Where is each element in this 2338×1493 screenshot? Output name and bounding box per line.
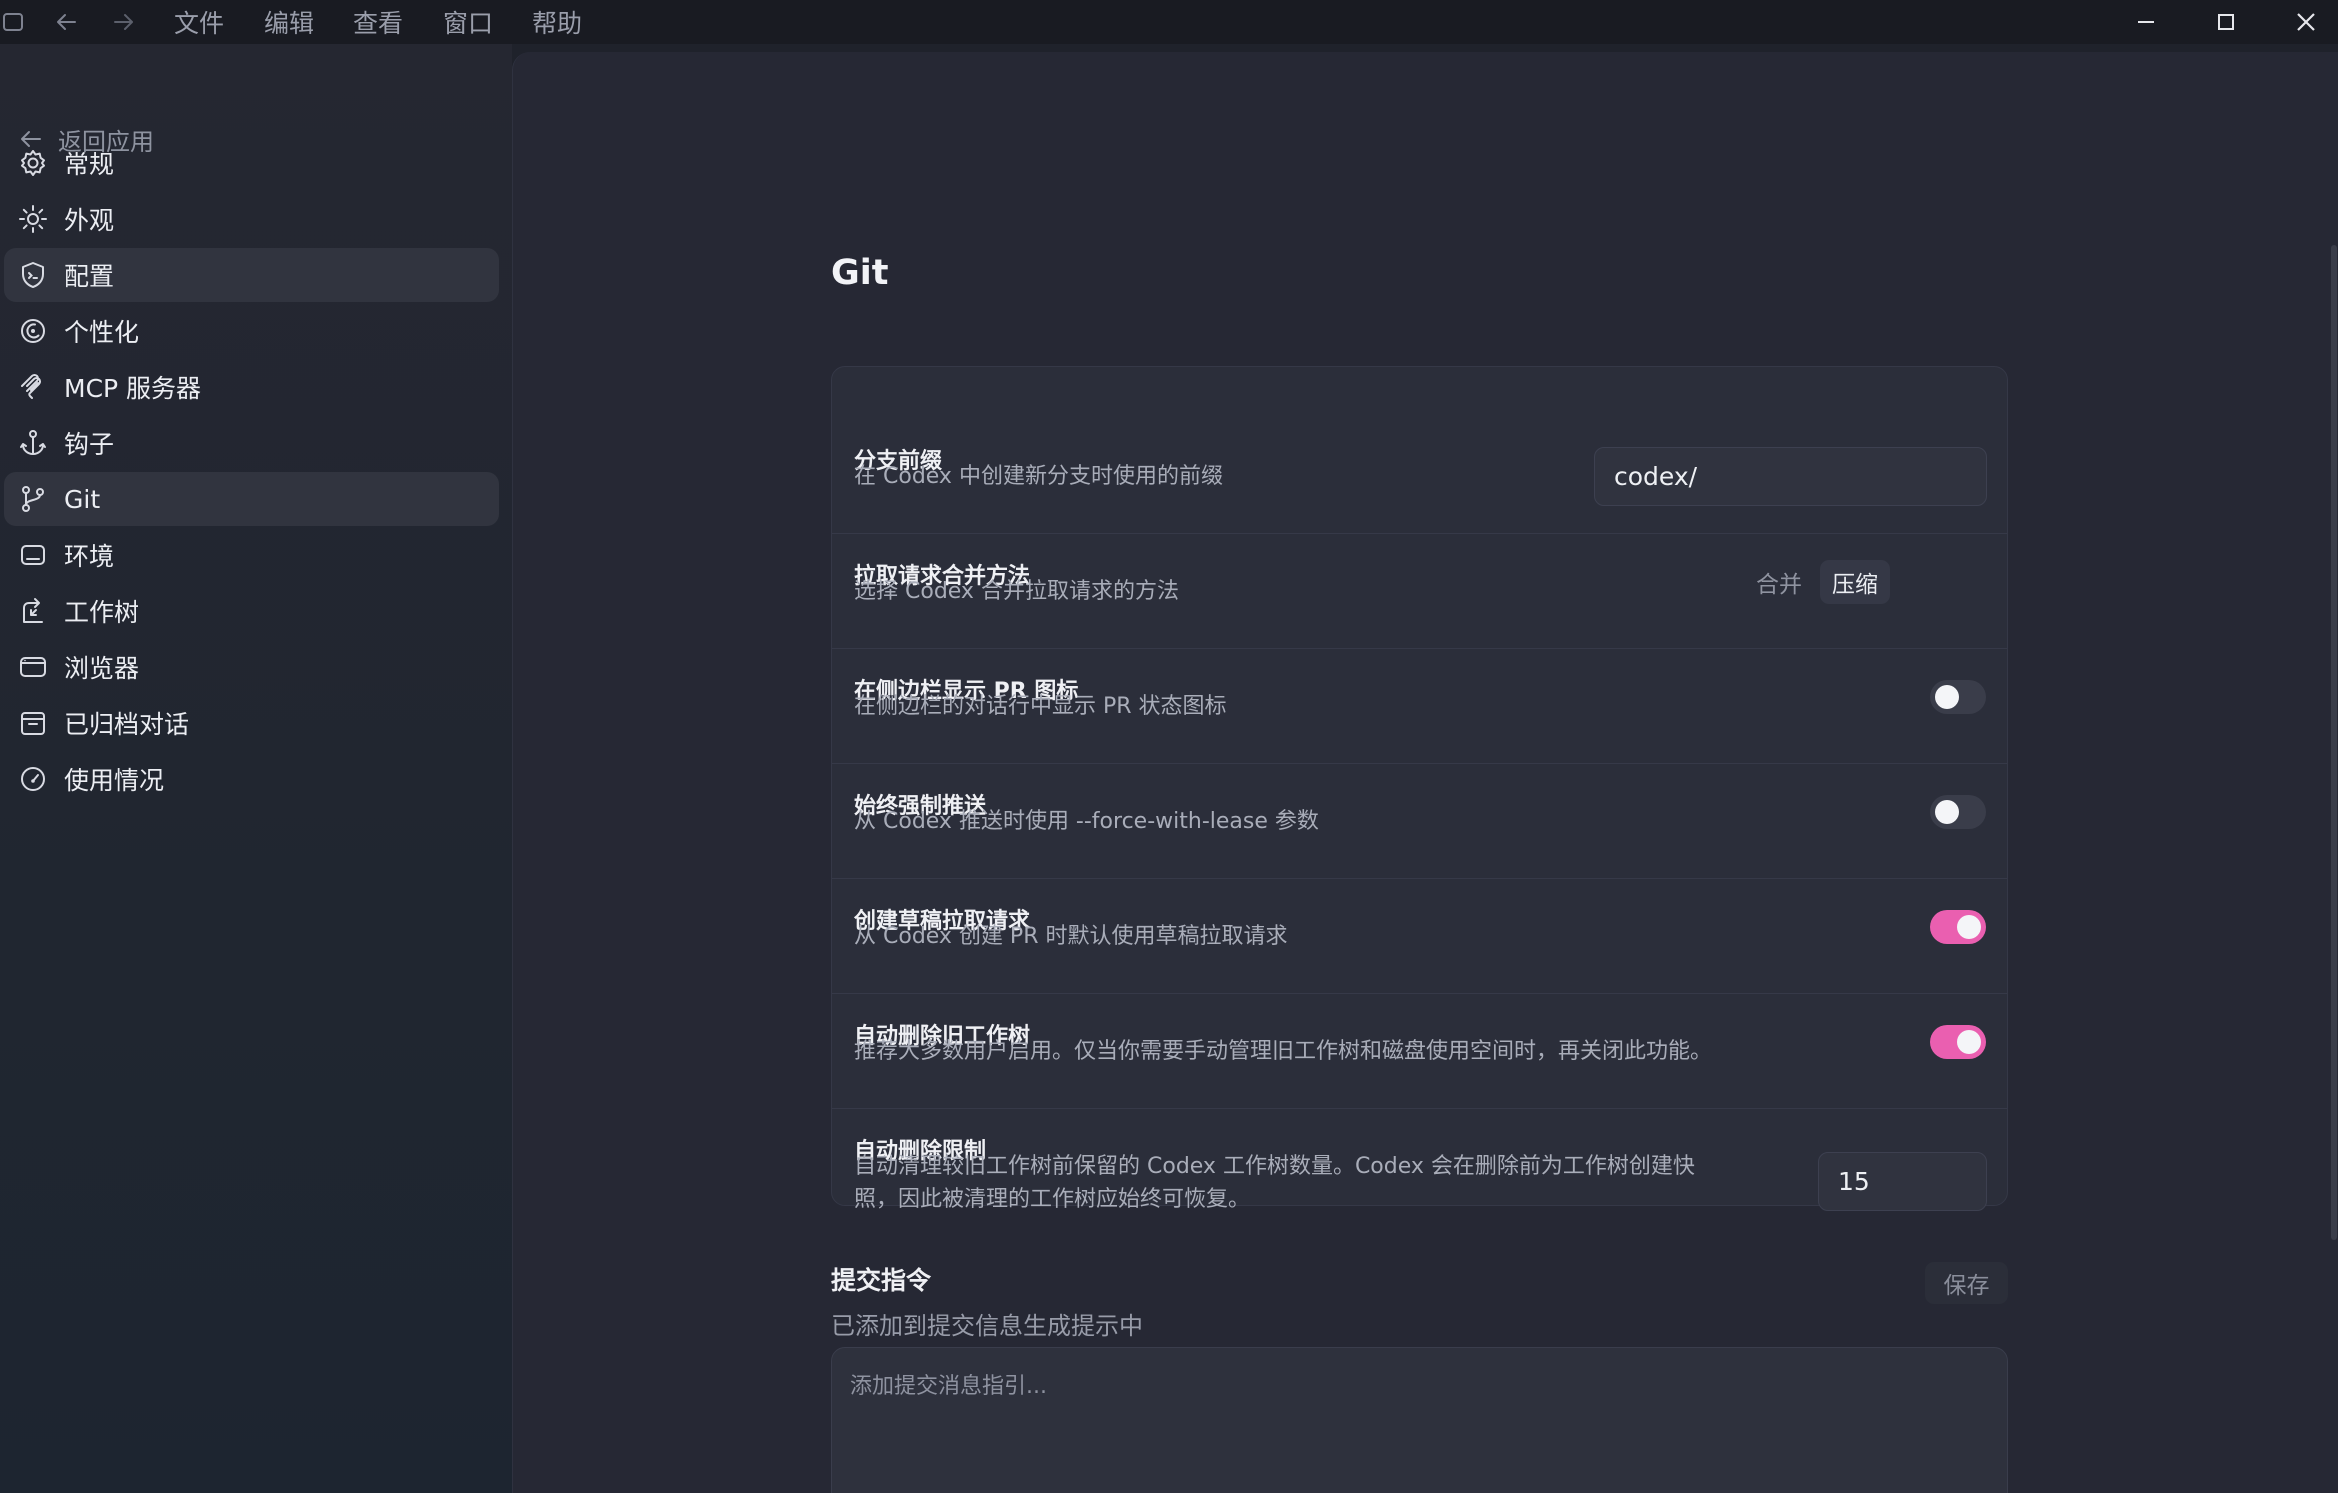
- sidebar-item-archived-chats[interactable]: 已归档对话: [4, 696, 499, 750]
- branch-prefix-input[interactable]: codex/: [1594, 447, 1987, 506]
- sidebar-item-mcp-servers[interactable]: MCP 服务器: [4, 360, 499, 414]
- force-push-desc: 从 Codex 推送时使用 --force-with-lease 参数: [854, 809, 1319, 834]
- sidebar-item-label: 外观: [64, 206, 115, 235]
- row-divider: [832, 993, 2007, 994]
- auto-delete-toggle[interactable]: [1930, 1025, 1986, 1059]
- merge-option[interactable]: 合并: [1744, 560, 1814, 604]
- sun-icon: [18, 204, 48, 234]
- menu-edit[interactable]: 编辑: [264, 0, 314, 44]
- auto-delete-limit-input[interactable]: 15: [1818, 1152, 1987, 1211]
- commit-instructions-desc: 已添加到提交信息生成提示中: [831, 1312, 1143, 1340]
- commit-instructions-textarea[interactable]: 添加提交消息指引...: [831, 1347, 2008, 1493]
- scrollbar[interactable]: [2331, 245, 2337, 1240]
- show-pr-icon-desc: 在侧边栏的对话行中显示 PR 状态图标: [854, 694, 1227, 719]
- auto-delete-desc: 推荐大多数用户启用。仅当你需要手动管理旧工作树和磁盘使用空间时，再关闭此功能。: [854, 1039, 1713, 1064]
- gauge-icon: [18, 764, 48, 794]
- minimize-button[interactable]: [2106, 0, 2186, 44]
- squash-option[interactable]: 压缩: [1820, 560, 1890, 604]
- auto-delete-limit-desc-line1: 自动清理较旧工作树前保留的 Codex 工作树数量。Codex 会在删除前为工作…: [854, 1154, 1695, 1179]
- git-settings-card: 分支前缀 在 Codex 中创建新分支时使用的前缀 codex/ 拉取请求合并方…: [831, 366, 2008, 1212]
- toggle-knob: [1935, 800, 1959, 824]
- maximize-button[interactable]: [2186, 0, 2266, 44]
- archive-icon: [18, 708, 48, 738]
- merge-method-desc: 选择 Codex 合并拉取请求的方法: [854, 579, 1179, 604]
- force-push-toggle[interactable]: [1930, 795, 1986, 829]
- auto-delete-limit-desc-line2: 照，因此被清理的工作树应始终可恢复。: [854, 1187, 1251, 1212]
- menu-help[interactable]: 帮助: [532, 0, 582, 44]
- settings-sidebar: 返回应用 常规 外观 配置 个性化 MCP 服务器 钩子 Git 环境 工作树 …: [0, 44, 512, 1493]
- gear-icon: [18, 148, 48, 178]
- sidebar-item-appearance[interactable]: 外观: [4, 192, 499, 246]
- row-divider: [832, 533, 2007, 534]
- forward-arrow-icon[interactable]: [110, 9, 136, 35]
- sidebar-item-label: 环境: [64, 542, 115, 571]
- sidebar-item-label: 已归档对话: [64, 710, 190, 739]
- sidebar-item-hooks[interactable]: 钩子: [4, 416, 499, 470]
- row-divider: [832, 648, 2007, 649]
- sidebar-item-config[interactable]: 配置: [4, 248, 499, 302]
- toggle-knob: [1957, 915, 1981, 939]
- row-divider: [832, 1108, 2007, 1109]
- show-pr-icon-toggle[interactable]: [1930, 680, 1986, 714]
- sidebar-item-label: Git: [64, 484, 101, 514]
- sidebar-toggle-icon[interactable]: [2, 9, 28, 35]
- sidebar-item-personalization[interactable]: 个性化: [4, 304, 499, 358]
- menu-view[interactable]: 查看: [353, 0, 403, 44]
- sidebar-item-label: 配置: [64, 262, 115, 291]
- branch-prefix-desc: 在 Codex 中创建新分支时使用的前缀: [854, 464, 1223, 489]
- worktree-icon: [18, 596, 48, 626]
- sidebar-item-worktrees[interactable]: 工作树: [4, 584, 499, 638]
- browser-icon: [18, 652, 48, 682]
- sidebar-item-label: 常规: [64, 150, 115, 179]
- row-divider: [832, 878, 2007, 879]
- row-divider: [832, 763, 2007, 764]
- sidebar-item-label: 工作树: [64, 598, 140, 627]
- sidebar-item-browser[interactable]: 浏览器: [4, 640, 499, 694]
- close-button[interactable]: [2266, 0, 2338, 44]
- shield-icon: [18, 260, 48, 290]
- sidebar-item-label: 个性化: [64, 318, 140, 347]
- toggle-knob: [1957, 1030, 1981, 1054]
- page-title: Git: [831, 253, 889, 293]
- commit-instructions-title: 提交指令: [831, 1266, 932, 1295]
- menu-window[interactable]: 窗口: [443, 0, 493, 44]
- toggle-knob: [1935, 685, 1959, 709]
- anchor-icon: [18, 428, 48, 458]
- menu-file[interactable]: 文件: [174, 0, 224, 44]
- back-arrow-icon[interactable]: [54, 9, 80, 35]
- sidebar-item-label: 钩子: [64, 430, 115, 459]
- sidebar-item-label: 使用情况: [64, 766, 165, 795]
- personalize-icon: [18, 316, 48, 346]
- git-branch-icon: [18, 484, 48, 514]
- sidebar-item-git[interactable]: Git: [4, 472, 499, 526]
- settings-panel: Git 分支前缀 在 Codex 中创建新分支时使用的前缀 codex/ 拉取请…: [512, 52, 2338, 1493]
- merge-method-segmented-control: 合并 压缩: [1744, 560, 1890, 604]
- draft-pr-toggle[interactable]: [1930, 910, 1986, 944]
- mcp-icon: [18, 372, 48, 402]
- sidebar-item-usage[interactable]: 使用情况: [4, 752, 499, 806]
- sidebar-item-label: MCP 服务器: [64, 374, 202, 403]
- environment-icon: [18, 540, 48, 570]
- sidebar-item-environment[interactable]: 环境: [4, 528, 499, 582]
- save-button[interactable]: 保存: [1925, 1262, 2008, 1304]
- sidebar-item-general[interactable]: 常规: [4, 136, 499, 190]
- draft-pr-desc: 从 Codex 创建 PR 时默认使用草稿拉取请求: [854, 924, 1288, 949]
- title-bar: 文件 编辑 查看 窗口 帮助: [0, 0, 2338, 44]
- sidebar-item-label: 浏览器: [64, 654, 140, 683]
